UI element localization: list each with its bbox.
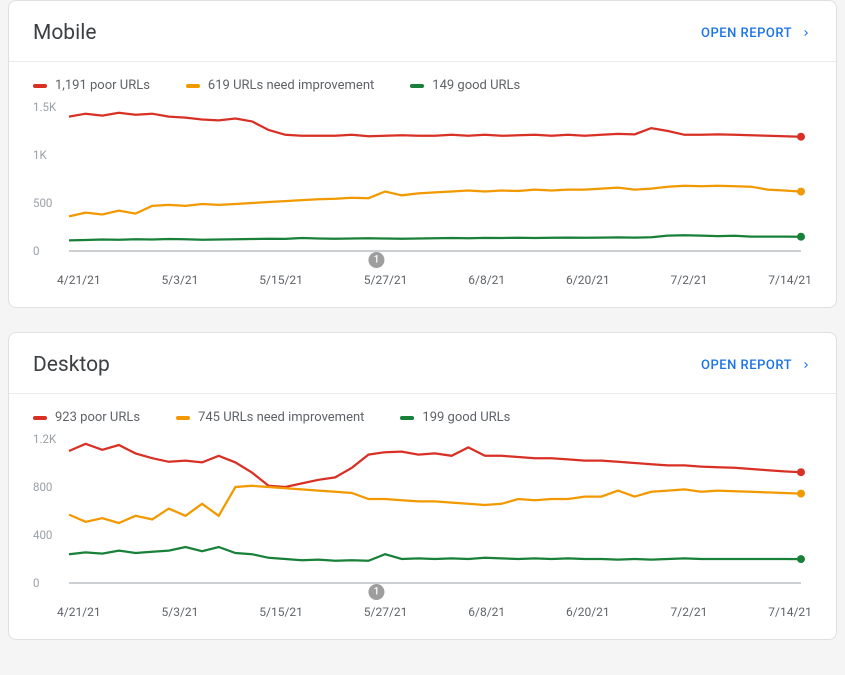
legend-label-poor: 1,191 poor URLs — [55, 78, 150, 93]
x-tick: 5/27/21 — [364, 273, 408, 287]
legend-item-good: 199 good URLs — [400, 410, 510, 425]
legend-label-needs: 745 URLs need improvement — [198, 410, 364, 425]
legend-item-needs: 619 URLs need improvement — [186, 78, 374, 93]
x-tick: 4/21/21 — [57, 273, 101, 287]
card-header: Desktop OPEN REPORT — [9, 333, 836, 393]
y-tick: 500 — [33, 196, 52, 210]
card-header: Mobile OPEN REPORT — [9, 1, 836, 61]
open-report-label: OPEN REPORT — [701, 26, 792, 41]
y-tick: 1K — [33, 148, 47, 162]
chevron-right-icon — [800, 359, 812, 371]
y-tick: 1.5K — [33, 100, 56, 114]
x-tick: 5/3/21 — [162, 605, 199, 619]
x-tick: 7/2/21 — [671, 605, 708, 619]
legend: 923 poor URLs 745 URLs need improvement … — [9, 394, 836, 433]
x-tick: 5/15/21 — [259, 605, 303, 619]
x-tick: 5/15/21 — [259, 273, 303, 287]
x-tick: 7/14/21 — [768, 273, 812, 287]
card-title: Mobile — [33, 21, 96, 45]
x-tick: 6/20/21 — [566, 273, 610, 287]
legend-swatch-poor — [33, 416, 47, 420]
chart-area: 1.2K 800 400 0 1 — [9, 433, 836, 593]
card-desktop: Desktop OPEN REPORT 923 poor URLs 745 UR… — [8, 332, 837, 640]
x-tick: 6/8/21 — [468, 273, 505, 287]
line-chart: 1 — [33, 101, 813, 271]
x-tick: 6/20/21 — [566, 605, 610, 619]
y-tick: 0 — [33, 244, 39, 258]
svg-text:1: 1 — [374, 587, 380, 598]
legend-swatch-needs — [186, 84, 200, 88]
x-tick: 5/27/21 — [364, 605, 408, 619]
svg-text:1: 1 — [374, 255, 380, 266]
chart-area: 1.5K 1K 500 0 1 — [9, 101, 836, 261]
y-tick: 1.2K — [33, 432, 56, 446]
open-report-link[interactable]: OPEN REPORT — [701, 358, 812, 373]
legend-label-needs: 619 URLs need improvement — [208, 78, 374, 93]
legend-item-poor: 1,191 poor URLs — [33, 78, 150, 93]
x-tick: 5/3/21 — [162, 273, 199, 287]
open-report-label: OPEN REPORT — [701, 358, 792, 373]
y-tick: 0 — [33, 576, 39, 590]
legend: 1,191 poor URLs 619 URLs need improvemen… — [9, 62, 836, 101]
legend-label-good: 149 good URLs — [432, 78, 520, 93]
line-chart: 1 — [33, 433, 813, 603]
legend-item-good: 149 good URLs — [410, 78, 520, 93]
card-mobile: Mobile OPEN REPORT 1,191 poor URLs 619 U… — [8, 0, 837, 308]
legend-label-poor: 923 poor URLs — [55, 410, 140, 425]
legend-label-good: 199 good URLs — [422, 410, 510, 425]
x-tick: 6/8/21 — [468, 605, 505, 619]
card-title: Desktop — [33, 353, 110, 377]
legend-swatch-good — [400, 416, 414, 420]
x-tick: 4/21/21 — [57, 605, 101, 619]
legend-item-needs: 745 URLs need improvement — [176, 410, 364, 425]
legend-swatch-needs — [176, 416, 190, 420]
legend-swatch-good — [410, 84, 424, 88]
y-tick: 400 — [33, 528, 52, 542]
x-tick: 7/2/21 — [671, 273, 708, 287]
legend-item-poor: 923 poor URLs — [33, 410, 140, 425]
x-tick: 7/14/21 — [768, 605, 812, 619]
chevron-right-icon — [800, 27, 812, 39]
open-report-link[interactable]: OPEN REPORT — [701, 26, 812, 41]
y-tick: 800 — [33, 480, 52, 494]
legend-swatch-poor — [33, 84, 47, 88]
